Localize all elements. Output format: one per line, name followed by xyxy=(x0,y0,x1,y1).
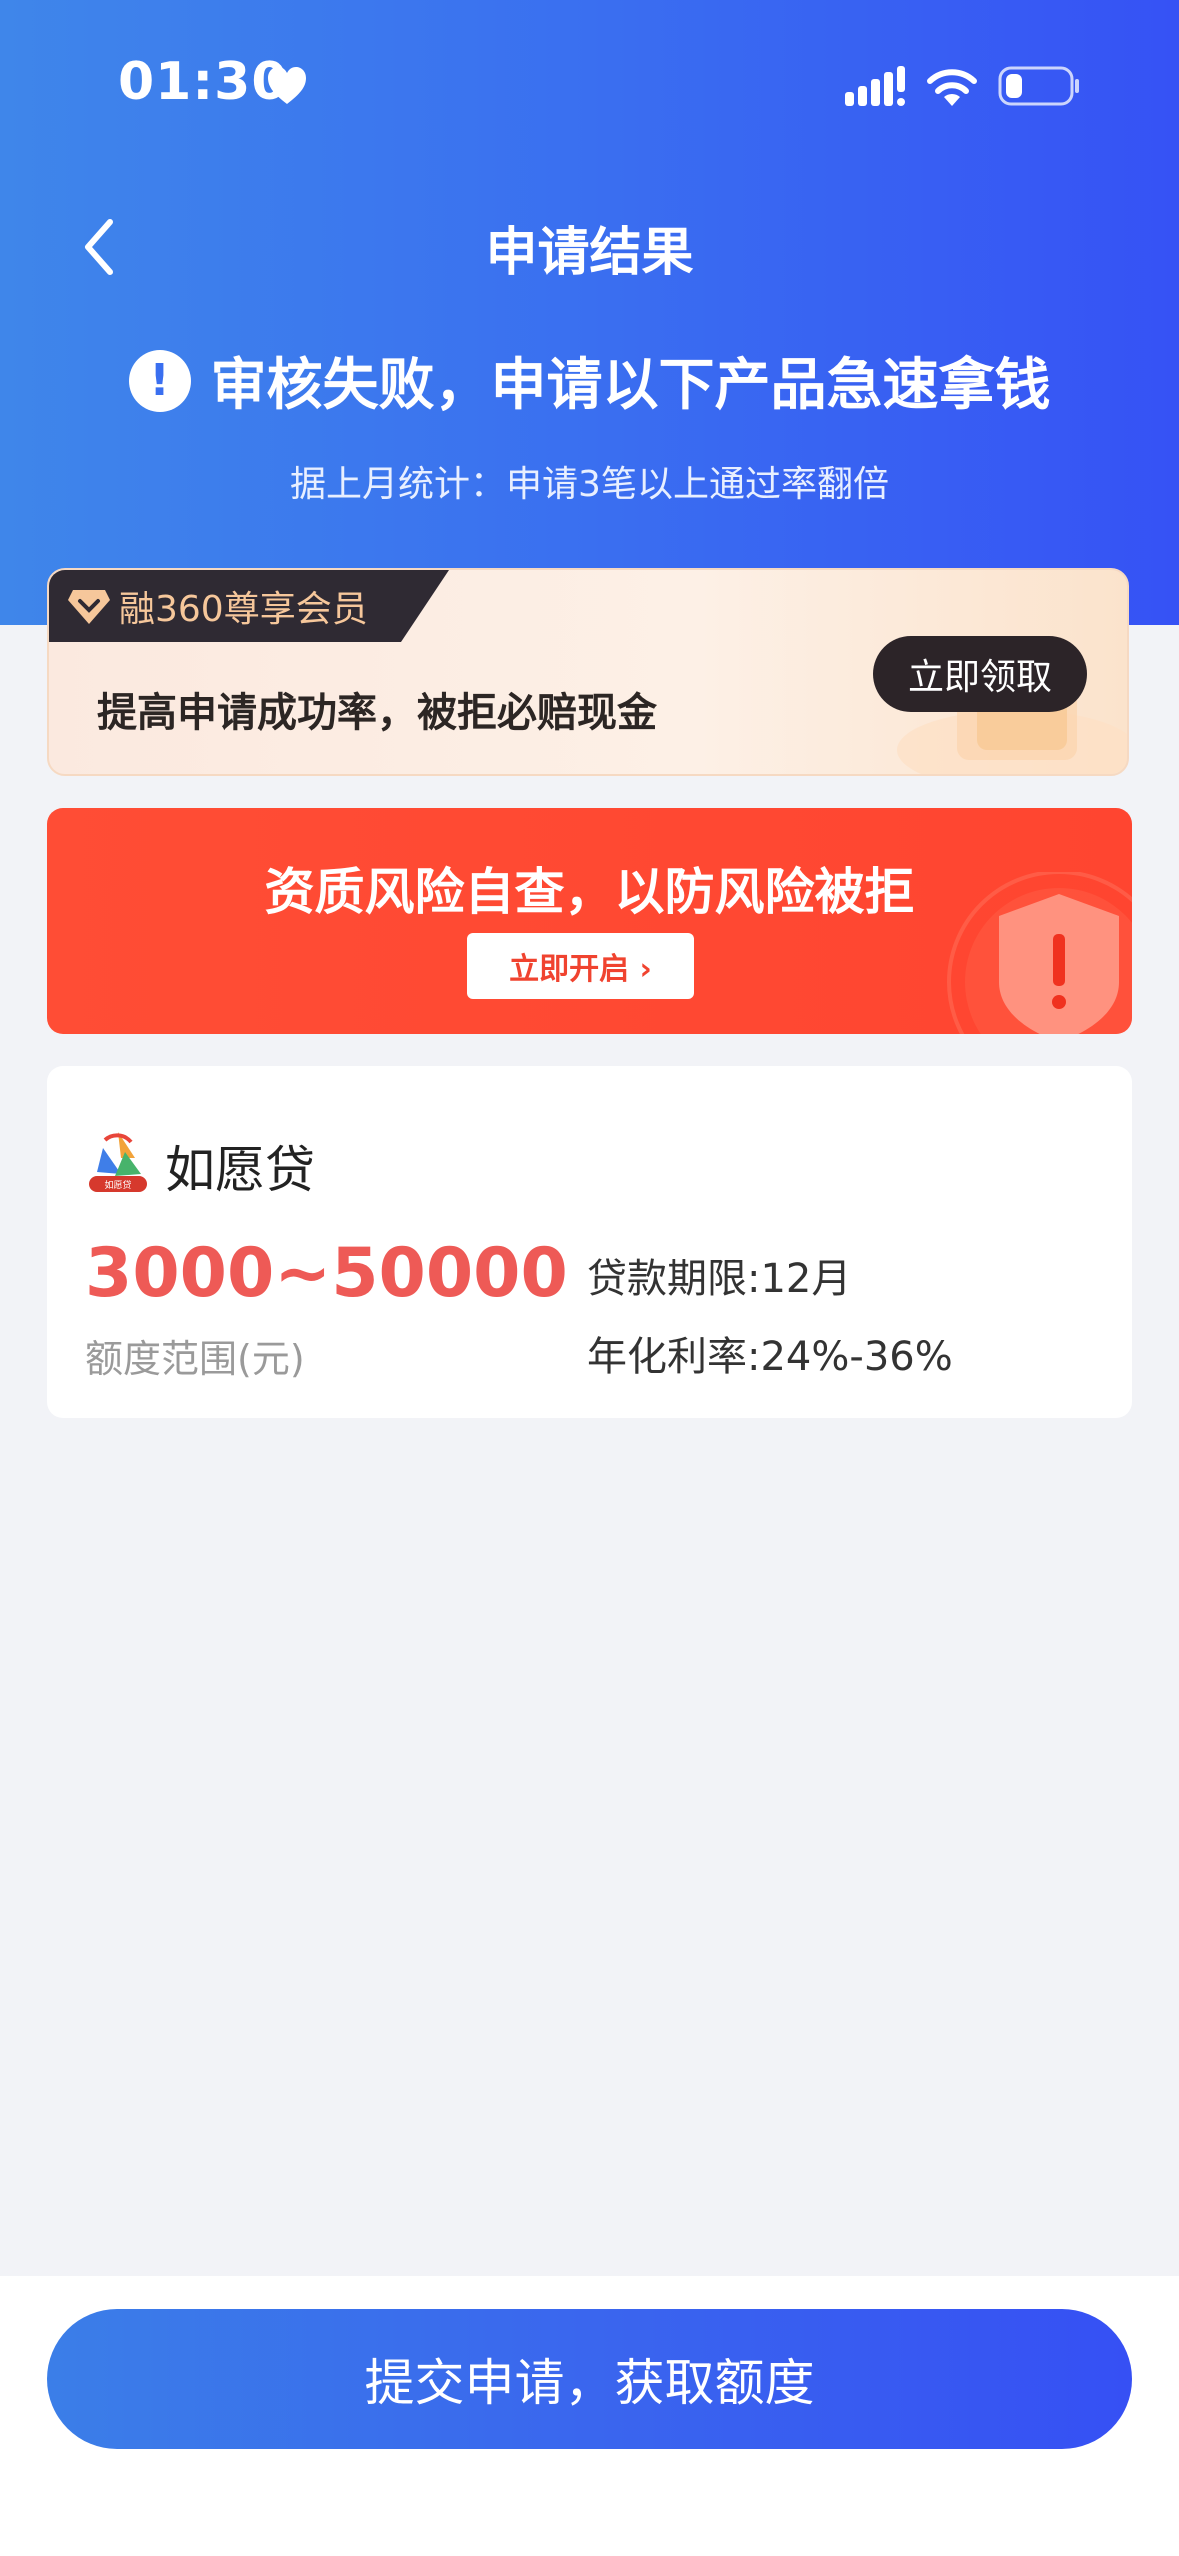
product-logo-icon: 如愿贷 xyxy=(89,1132,147,1192)
stat-text: 据上月统计：申请3笔以上通过率翻倍 xyxy=(290,464,889,505)
alert-row: ! 审核失败，申请以下产品急速拿钱 xyxy=(0,340,1179,421)
shield-icon xyxy=(947,872,1132,1034)
open-now-button[interactable]: 立即开启 › xyxy=(467,933,694,999)
claim-button[interactable]: 立即领取 xyxy=(873,636,1087,712)
amount-range: 3000~50000 xyxy=(85,1234,568,1313)
risk-check-card[interactable]: 资质风险自查，以防风险被拒 立即开启 › xyxy=(47,808,1132,1034)
signal-icon xyxy=(845,66,905,106)
member-tag: 融360尊享会员 xyxy=(49,570,449,642)
member-card[interactable]: 融360尊享会员 提高申请成功率，被拒必赔现金 立即领取 xyxy=(47,568,1129,776)
page-title: 申请结果 xyxy=(485,223,694,283)
battery-icon xyxy=(998,66,1079,106)
member-text: 提高申请成功率，被拒必赔现金 xyxy=(97,690,657,736)
amount-label: 额度范围(元) xyxy=(85,1337,305,1381)
annual-rate: 年化利率:24%-36% xyxy=(587,1334,953,1380)
alert-icon: ! xyxy=(128,349,191,412)
alert-text: 审核失败，申请以下产品急速拿钱 xyxy=(210,353,1051,418)
status-time: 01:30 xyxy=(118,52,289,112)
loan-term: 贷款期限:12月 xyxy=(587,1256,852,1302)
diamond-icon xyxy=(68,590,110,624)
bottom-bar: 提交申请，获取额度 xyxy=(0,2276,1179,2556)
member-tag-text: 融360尊享会员 xyxy=(119,589,368,630)
product-card[interactable]: 如愿贷 如愿贷 3000~50000 额度范围(元) 贷款期限:12月 年化利率… xyxy=(47,1066,1132,1418)
status-bar: 01:30 xyxy=(0,0,1179,170)
product-logo-caption: 如愿贷 xyxy=(104,1179,131,1191)
wifi-icon xyxy=(927,69,977,106)
product-name: 如愿贷 xyxy=(165,1141,315,1199)
heart-icon xyxy=(268,67,306,104)
submit-button[interactable]: 提交申请，获取额度 xyxy=(47,2309,1132,2449)
